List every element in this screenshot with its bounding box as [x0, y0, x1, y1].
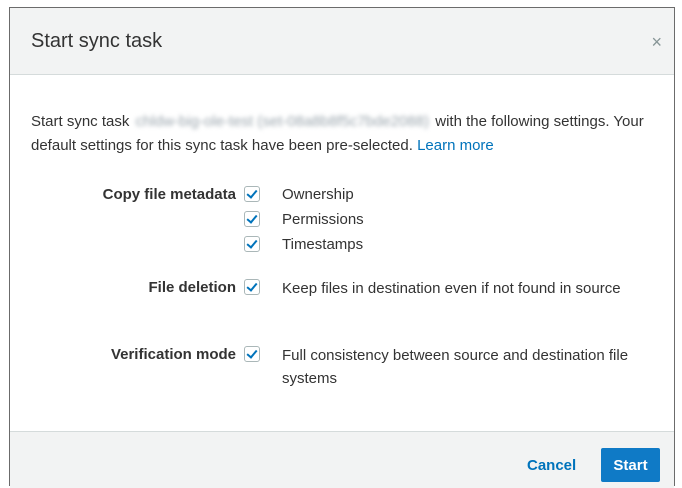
- full-consistency-label: Full consistency between source and dest…: [282, 347, 629, 387]
- timestamps-label: Timestamps: [282, 236, 364, 253]
- dialog-header: Start sync task ×: [10, 8, 674, 75]
- task-name-blurred: chldw-big-ole-test (set-08a8b8f5c7bde208…: [135, 113, 430, 130]
- learn-more-link[interactable]: Learn more: [417, 137, 494, 154]
- start-button[interactable]: Start: [601, 448, 660, 482]
- copy-metadata-label: Copy file metadata: [102, 186, 236, 203]
- verification-mode-label: Verification mode: [110, 346, 236, 363]
- ownership-checkbox[interactable]: [244, 186, 260, 202]
- full-consistency-checkbox[interactable]: [244, 346, 260, 362]
- intro-prefix: Start sync task: [31, 113, 130, 130]
- dialog-title: Start sync task: [31, 30, 163, 52]
- start-sync-task-dialog: Start sync task × Start sync task chldw-…: [9, 7, 675, 488]
- keep-files-label: Keep files in destination even if not fo…: [282, 280, 621, 297]
- dialog-footer: Cancel Start: [10, 431, 674, 488]
- file-deletion-label: File deletion: [148, 279, 236, 296]
- intro-text: Start sync task chldw-big-ole-test (set-…: [31, 110, 661, 158]
- ownership-label: Ownership: [282, 186, 354, 203]
- permissions-checkbox[interactable]: [244, 211, 260, 227]
- close-icon[interactable]: ×: [651, 33, 662, 51]
- permissions-label: Permissions: [282, 211, 364, 228]
- keep-files-checkbox[interactable]: [244, 279, 260, 295]
- timestamps-checkbox[interactable]: [244, 236, 260, 252]
- cancel-button[interactable]: Cancel: [527, 457, 576, 474]
